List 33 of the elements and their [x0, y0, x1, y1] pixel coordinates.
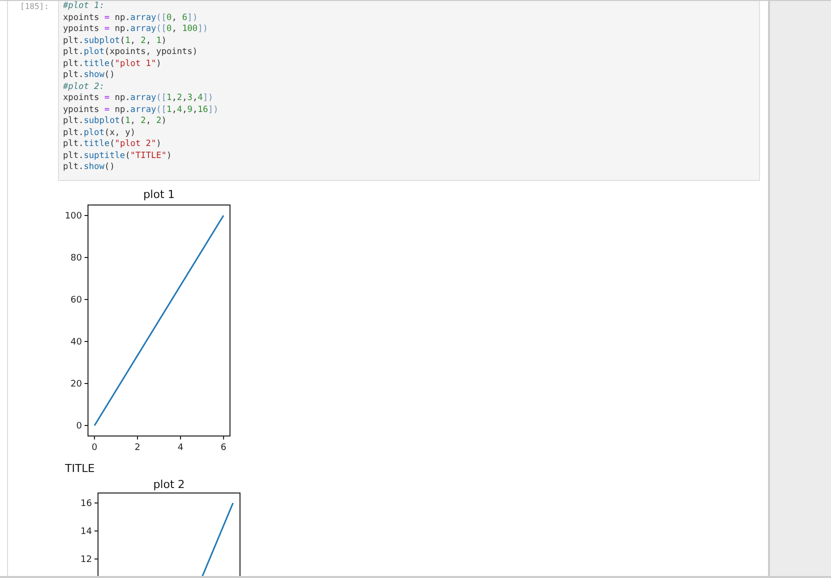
x-tick-label: 4 — [178, 442, 184, 452]
cell-prompt: [185]: — [19, 1, 50, 12]
figure-title: TITLE — [65, 462, 95, 474]
chart-title: plot 1 — [143, 188, 175, 200]
code-line: plt.subplot(1, 2, 1) — [63, 36, 168, 47]
y-tick-label: 40 — [70, 337, 82, 347]
x-tick-label: 0 — [92, 442, 98, 452]
code-line: plt.show() — [63, 162, 116, 174]
y-tick-label: 12 — [80, 554, 92, 564]
y-tick-label: 0 — [76, 421, 82, 431]
x-tick-label: 6 — [220, 442, 226, 452]
y-tick-label: 16 — [80, 498, 92, 508]
chart-title: plot 2 — [153, 478, 185, 490]
code-line: plt.subplot(1, 2, 2) — [63, 116, 168, 128]
x-tick-label: 2 — [134, 442, 140, 452]
code-cell[interactable] — [58, 1, 760, 180]
code-line: plt.suptitle("TITLE") — [63, 150, 173, 162]
code-line: plt.title("plot 2") — [63, 139, 162, 150]
y-tick-label: 20 — [70, 379, 82, 389]
code-line: plt.plot(x, y) — [63, 128, 136, 139]
code-line: #plot 1: — [63, 1, 106, 12]
code-line: #plot 2: — [63, 82, 106, 93]
y-tick-label: 80 — [70, 253, 82, 263]
code-line: ypoints = np.array([1,4,9,16]) — [63, 104, 220, 116]
code-line: plt.plot(xpoints, ypoints) — [63, 47, 199, 58]
code-line: plt.title("plot 1") — [63, 58, 162, 70]
y-tick-label: 60 — [70, 295, 82, 305]
y-tick-label: 100 — [64, 211, 82, 221]
code-line: ypoints = np.array([0, 100]) — [63, 24, 209, 36]
code-line: plt.show() — [63, 70, 116, 82]
code-line: xpoints = np.array([1,2,3,4]) — [63, 93, 214, 104]
code-line: xpoints = np.array([0, 6]) — [63, 12, 199, 24]
y-tick-label: 14 — [80, 526, 92, 536]
